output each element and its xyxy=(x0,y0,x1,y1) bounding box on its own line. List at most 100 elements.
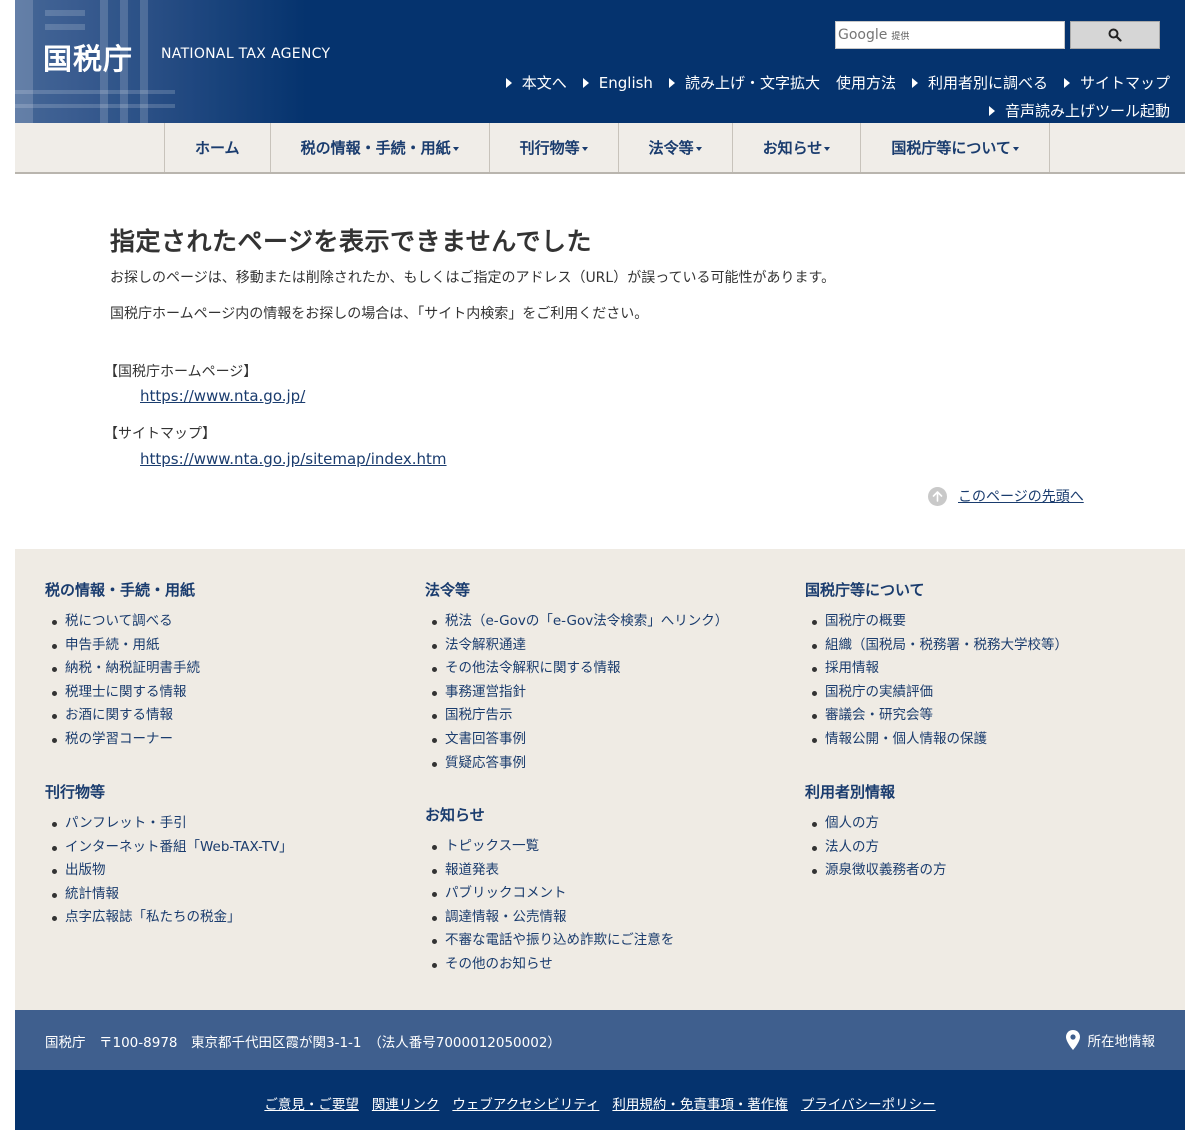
nav-item-publications[interactable]: 刊行物等 xyxy=(488,123,618,172)
footer-heading-by-user[interactable]: 利用者別情報 xyxy=(805,781,895,802)
list-item[interactable]: 税の学習コーナー xyxy=(45,728,200,752)
error-message: お探しのページは、移動または削除されたか、もしくはご指定のアドレス（URL）が誤… xyxy=(110,270,836,286)
location-info-link[interactable]: 所在地情報 xyxy=(1065,1030,1156,1050)
list-item[interactable]: トピックス一覧 xyxy=(425,835,674,859)
util-link-by-user[interactable]: 利用者別に調べる xyxy=(911,72,1048,93)
list-item[interactable]: 税法（e-Govの「e-Gov法令検索」へリンク） xyxy=(425,610,728,634)
list-item[interactable]: その他のお知らせ xyxy=(425,953,674,977)
triangle-right-icon xyxy=(988,105,995,116)
footer-heading-publications[interactable]: 刊行物等 xyxy=(45,781,105,802)
utility-links: 本文へ English 読み上げ・文字拡大 使用方法 利用者別に調べる サイトマ… xyxy=(490,72,1170,93)
caret-down-icon xyxy=(1012,146,1019,151)
list-item[interactable]: 質疑応答事例 xyxy=(425,752,728,776)
triangle-right-icon xyxy=(668,77,675,88)
nav-item-about[interactable]: 国税庁等について xyxy=(860,123,1050,172)
list-item[interactable]: 文書回答事例 xyxy=(425,728,728,752)
footer-list-publications: パンフレット・手引 インターネット番組「Web-TAX-TV」 出版物 統計情報… xyxy=(45,812,293,930)
list-item[interactable]: 情報公開・個人情報の保護 xyxy=(805,728,1068,752)
homepage-link[interactable]: https://www.nta.go.jp/ xyxy=(140,387,305,405)
list-item[interactable]: 事務運営指針 xyxy=(425,681,728,705)
list-item[interactable]: 納税・納税証明書手続 xyxy=(45,657,200,681)
list-item[interactable]: パブリックコメント xyxy=(425,882,674,906)
footer-link-accessibility[interactable]: ウェブアクセシビリティ xyxy=(452,1093,599,1113)
footer-link-feedback[interactable]: ご意見・ご要望 xyxy=(264,1093,359,1113)
footer-list-laws: 税法（e-Govの「e-Gov法令検索」へリンク） 法令解釈通達 その他法令解釈… xyxy=(425,610,728,775)
back-to-top-link[interactable]: このページの先頭へ xyxy=(958,486,1084,506)
list-item[interactable]: お酒に関する情報 xyxy=(45,704,200,728)
page: 国税庁 NATIONAL TAX AGENCY Google 提供 本文へ Eng… xyxy=(15,0,1185,1130)
list-item[interactable]: 国税庁の実績評価 xyxy=(805,681,1068,705)
triangle-right-icon xyxy=(911,77,918,88)
triangle-right-icon xyxy=(1063,77,1070,88)
agency-address: 国税庁 〒100-8978 東京都千代田区霞が関3-1-1 （法人番号70000… xyxy=(45,1035,561,1051)
location-info-label: 所在地情報 xyxy=(1087,1034,1156,1050)
list-item[interactable]: 不審な電話や振り込め詐欺にご注意を xyxy=(425,929,674,953)
util-link-sitemap[interactable]: サイトマップ xyxy=(1063,72,1170,93)
list-item[interactable]: 点字広報誌「私たちの税金」 xyxy=(45,906,293,930)
list-item[interactable]: 税について調べる xyxy=(45,610,200,634)
footer-link-related[interactable]: 関連リンク xyxy=(372,1093,440,1113)
address-bar: 国税庁 〒100-8978 東京都千代田区霞が関3-1-1 （法人番号70000… xyxy=(15,1010,1185,1070)
footer-list-tax-info: 税について調べる 申告手続・用紙 納税・納税証明書手続 税理士に関する情報 お酒… xyxy=(45,610,200,752)
footer-link-terms[interactable]: 利用規約・免責事項・著作権 xyxy=(612,1093,788,1113)
list-item[interactable]: 採用情報 xyxy=(805,657,1068,681)
list-item[interactable]: 申告手続・用紙 xyxy=(45,634,200,658)
footer-heading-laws[interactable]: 法令等 xyxy=(425,579,470,600)
search-box[interactable]: Google 提供 xyxy=(835,21,1065,49)
page-title: 指定されたページを表示できませんでした xyxy=(110,227,593,256)
footer-heading-news[interactable]: お知らせ xyxy=(425,804,485,825)
triangle-right-icon xyxy=(505,77,512,88)
caret-down-icon xyxy=(824,146,831,151)
footer-sitemap: 税の情報・手続・用紙 税について調べる 申告手続・用紙 納税・納税証明書手続 税… xyxy=(15,549,1185,1010)
list-item[interactable]: 個人の方 xyxy=(805,812,947,836)
list-item[interactable]: 組織（国税局・税務署・税務大学校等） xyxy=(805,634,1068,658)
sitemap-link[interactable]: https://www.nta.go.jp/sitemap/index.htm xyxy=(140,450,447,468)
list-item[interactable]: 統計情報 xyxy=(45,883,293,907)
footer-heading-about[interactable]: 国税庁等について xyxy=(805,579,925,600)
site-logo[interactable]: 国税庁 xyxy=(43,36,133,78)
caret-down-icon xyxy=(581,146,588,151)
caret-down-icon xyxy=(695,146,702,151)
back-to-top[interactable]: このページの先頭へ xyxy=(928,486,1084,506)
list-item[interactable]: 出版物 xyxy=(45,859,293,883)
list-item[interactable]: 法令解釈通達 xyxy=(425,634,728,658)
list-item[interactable]: 国税庁告示 xyxy=(425,704,728,728)
list-item[interactable]: 税理士に関する情報 xyxy=(45,681,200,705)
nav-item-tax-info[interactable]: 税の情報・手続・用紙 xyxy=(269,123,489,172)
nav-item-home[interactable]: ホーム xyxy=(164,123,270,172)
footer-links: ご意見・ご要望 関連リンク ウェブアクセシビリティ 利用規約・免責事項・著作権 … xyxy=(15,1093,1185,1113)
footer-heading-tax-info[interactable]: 税の情報・手続・用紙 xyxy=(45,579,195,600)
list-item[interactable]: 調達情報・公売情報 xyxy=(425,906,674,930)
list-item[interactable]: インターネット番組「Web-TAX-TV」 xyxy=(45,836,293,860)
footer-list-about: 国税庁の概要 組織（国税局・税務署・税務大学校等） 採用情報 国税庁の実績評価 … xyxy=(805,610,1068,752)
search-button[interactable] xyxy=(1070,21,1160,49)
list-item[interactable]: 源泉徴収義務者の方 xyxy=(805,859,947,883)
list-item[interactable]: パンフレット・手引 xyxy=(45,812,293,836)
list-item[interactable]: 国税庁の概要 xyxy=(805,610,1068,634)
util-link-main-content[interactable]: 本文へ xyxy=(505,72,567,93)
nav-item-laws[interactable]: 法令等 xyxy=(617,123,732,172)
list-item[interactable]: 審議会・研究会等 xyxy=(805,704,1068,728)
util-link-read-aloud-zoom[interactable]: 読み上げ・文字拡大 xyxy=(668,72,820,93)
list-item[interactable]: 報道発表 xyxy=(425,859,674,883)
util-link-voice-tool[interactable]: 音声読み上げツール起動 xyxy=(988,100,1170,121)
utility-links-row2: 音声読み上げツール起動 xyxy=(973,100,1170,121)
site-logo-english: NATIONAL TAX AGENCY xyxy=(161,46,331,62)
search-input[interactable] xyxy=(926,24,1062,46)
global-nav: ホーム 税の情報・手続・用紙 刊行物等 法令等 お知らせ 国税庁等について xyxy=(15,123,1185,174)
util-link-english[interactable]: English xyxy=(582,74,653,92)
footer-link-privacy[interactable]: プライバシーポリシー xyxy=(801,1093,936,1113)
arrow-up-icon xyxy=(928,486,947,506)
main-content: 指定されたページを表示できませんでした お探しのページは、移動または削除されたか… xyxy=(110,222,1090,323)
search-hint: 国税庁ホームページ内の情報をお探しの場合は、「サイト内検索」をご利用ください。 xyxy=(110,306,649,322)
homepage-label: 【国税庁ホームページ】 xyxy=(104,364,258,380)
list-item[interactable]: 法人の方 xyxy=(805,836,947,860)
util-link-usage[interactable]: 使用方法 xyxy=(836,72,896,93)
list-item[interactable]: その他法令解釈に関する情報 xyxy=(425,657,728,681)
footer-list-news: トピックス一覧 報道発表 パブリックコメント 調達情報・公売情報 不審な電話や振… xyxy=(425,835,674,977)
search-brand: Google 提供 xyxy=(838,27,910,43)
search-icon xyxy=(1108,28,1122,42)
map-pin-icon xyxy=(1065,1030,1080,1050)
sitemap-label: 【サイトマップ】 xyxy=(104,426,216,442)
nav-item-news[interactable]: お知らせ xyxy=(731,123,861,172)
